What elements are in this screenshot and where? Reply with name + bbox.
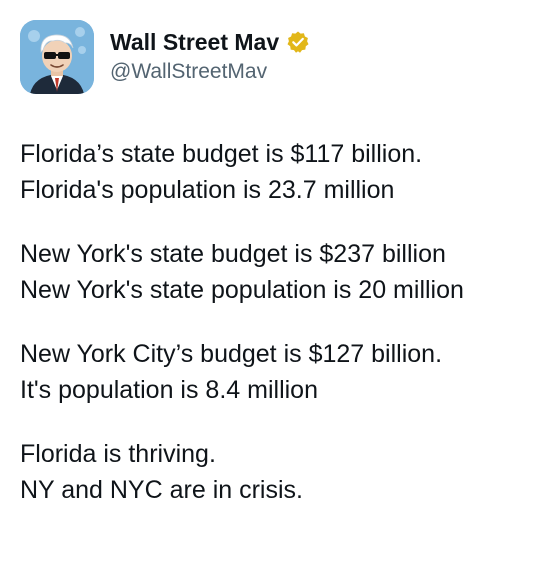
tweet-line: Florida's population is 23.7 million (20, 176, 395, 204)
tweet-paragraph-2: New York's state budget is $237 billion … (20, 236, 535, 308)
tweet-line: New York's state budget is $237 billion (20, 240, 446, 268)
tweet-line: NY and NYC are in crisis. (20, 476, 303, 504)
name-row: Wall Street Mav (110, 29, 310, 57)
tweet-paragraph-4: Florida is thriving. NY and NYC are in c… (20, 436, 535, 508)
avatar[interactable] (20, 20, 94, 94)
display-name[interactable]: Wall Street Mav (110, 29, 279, 57)
gold-verified-badge-icon (286, 30, 310, 54)
tweet-header: Wall Street Mav @WallStreetMav (20, 20, 535, 94)
author-block: Wall Street Mav @WallStreetMav (110, 29, 310, 86)
tweet-paragraph-3: New York City’s budget is $127 billion. … (20, 336, 535, 408)
tweet-line: Florida is thriving. (20, 440, 216, 468)
author-handle[interactable]: @WallStreetMav (110, 59, 310, 85)
tweet-text: Florida’s state budget is $117 billion. … (20, 136, 535, 508)
tweet-line: New York's state population is 20 millio… (20, 276, 464, 304)
tweet-line: New York City’s budget is $127 billion. (20, 340, 443, 368)
tweet-line: Florida’s state budget is $117 billion. (20, 140, 423, 168)
cartoon-businessman-sunglasses-icon (20, 20, 94, 94)
tweet-line: It's population is 8.4 million (20, 376, 318, 404)
tweet-paragraph-1: Florida’s state budget is $117 billion. … (20, 136, 535, 208)
tweet-card: Wall Street Mav @WallStreetMav Florida’s… (0, 0, 555, 576)
